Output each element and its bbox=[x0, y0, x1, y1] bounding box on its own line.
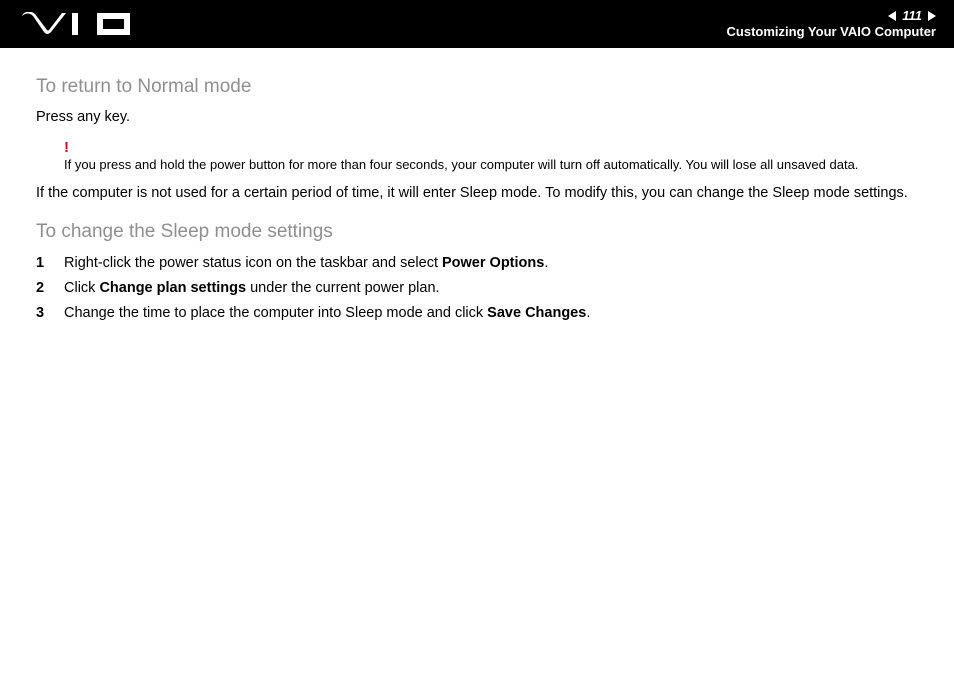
page-navigator: 111 bbox=[727, 9, 936, 23]
document-page: 111 Customizing Your VAIO Computer To re… bbox=[0, 0, 954, 674]
header-right: 111 Customizing Your VAIO Computer bbox=[727, 9, 936, 39]
list-item: 2 Click Change plan settings under the c… bbox=[36, 278, 918, 299]
step-number: 1 bbox=[36, 253, 50, 274]
step-text: Right-click the power status icon on the… bbox=[64, 253, 548, 274]
next-page-icon[interactable] bbox=[928, 11, 936, 21]
note-text: If you press and hold the power button f… bbox=[64, 157, 918, 172]
header-section-title: Customizing Your VAIO Computer bbox=[727, 25, 936, 39]
body-text: Press any key. bbox=[36, 108, 918, 128]
list-item: 1 Right-click the power status icon on t… bbox=[36, 253, 918, 274]
step-number: 2 bbox=[36, 278, 50, 299]
section-heading: To change the Sleep mode settings bbox=[36, 221, 918, 243]
page-header: 111 Customizing Your VAIO Computer bbox=[0, 0, 954, 48]
steps-list: 1 Right-click the power status icon on t… bbox=[36, 253, 918, 324]
step-text: Change the time to place the computer in… bbox=[64, 303, 590, 324]
section-heading: To return to Normal mode bbox=[36, 76, 918, 98]
list-item: 3 Change the time to place the computer … bbox=[36, 303, 918, 324]
step-text: Click Change plan settings under the cur… bbox=[64, 278, 440, 299]
body-text: If the computer is not used for a certai… bbox=[36, 184, 918, 204]
step-number: 3 bbox=[36, 303, 50, 324]
warning-note: ! If you press and hold the power button… bbox=[64, 140, 918, 172]
page-content: To return to Normal mode Press any key. … bbox=[0, 48, 954, 324]
exclamation-icon: ! bbox=[64, 140, 918, 155]
vaio-logo bbox=[22, 12, 132, 36]
page-number: 111 bbox=[902, 9, 922, 23]
prev-page-icon[interactable] bbox=[888, 11, 896, 21]
